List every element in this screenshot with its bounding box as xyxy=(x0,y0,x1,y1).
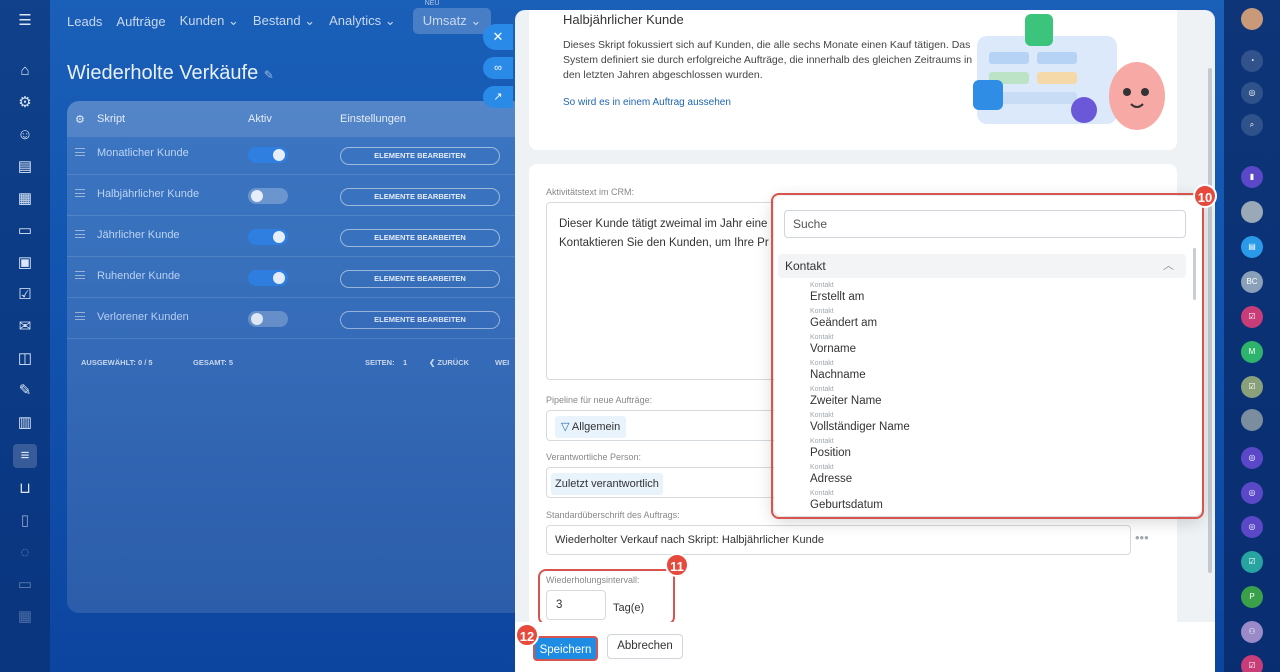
panel-scrollbar[interactable] xyxy=(1208,68,1212,573)
save-button[interactable]: Speichern xyxy=(533,636,598,661)
task-icon[interactable]: ☑ xyxy=(1241,551,1263,573)
user-avatar[interactable] xyxy=(1241,409,1263,431)
cart-icon[interactable]: ⊔ xyxy=(16,480,34,498)
user-avatar[interactable] xyxy=(1241,8,1263,30)
copilot-icon[interactable]: ◎ xyxy=(1241,482,1263,504)
nav-stock[interactable]: Bestand ⌄ xyxy=(246,13,322,29)
group-icon[interactable]: ⚇ xyxy=(1241,621,1263,643)
nav-leads[interactable]: Leads xyxy=(60,14,109,29)
responsible-person-select[interactable]: Zuletzt verantwortlich xyxy=(546,467,786,498)
grid-icon[interactable]: ▦ xyxy=(16,608,34,626)
step-badge-10: 10 xyxy=(1193,184,1217,208)
copilot-icon[interactable]: ◎ xyxy=(1241,516,1263,538)
app-icon[interactable]: ▮ xyxy=(1241,166,1263,188)
edit-elements-button[interactable]: ELEMENTE BEARBEITEN xyxy=(340,188,500,206)
page-title: Wiederholte Verkäufe ✎ xyxy=(67,62,274,84)
copilot-icon[interactable]: ◎ xyxy=(1241,82,1263,104)
active-toggle[interactable] xyxy=(248,147,288,163)
user-avatar[interactable] xyxy=(1241,201,1263,223)
external-link-icon[interactable]: ↗ xyxy=(483,86,513,108)
mascot-illustration xyxy=(973,14,1165,130)
drag-handle-icon[interactable] xyxy=(75,230,85,238)
monitor-icon[interactable]: ▣ xyxy=(16,254,34,272)
active-toggle[interactable] xyxy=(248,188,288,204)
chat-icon[interactable]: ◫ xyxy=(16,350,34,368)
car-icon[interactable]: ▭ xyxy=(16,222,34,240)
crm-text-area[interactable]: Dieser Kunde tätigt zweimal im Jahr eine… xyxy=(546,202,786,380)
drag-handle-icon[interactable] xyxy=(75,148,85,156)
menu-icon[interactable]: ☰ xyxy=(16,12,34,30)
table-row: Halbjährlicher Kunde ELEMENTE BEARBEITEN xyxy=(67,175,537,216)
copilot-icon[interactable]: ◎ xyxy=(1241,447,1263,469)
chat-icon[interactable]: ▤ xyxy=(1241,236,1263,258)
nav-analytics[interactable]: Analytics ⌄ xyxy=(322,13,403,29)
task-icon[interactable]: ☑ xyxy=(1241,376,1263,398)
table-row: Monatlicher Kunde ELEMENTE BEARBEITEN xyxy=(67,134,537,175)
scripts-table: ⚙ Skript Aktiv Einstellungen Monatlicher… xyxy=(67,101,537,613)
drag-handle-icon[interactable] xyxy=(75,271,85,279)
filter-icon[interactable]: ≡ xyxy=(13,444,37,468)
edit-elements-button[interactable]: ELEMENTE BEARBEITEN xyxy=(340,270,500,288)
contacts-icon[interactable]: ☺ xyxy=(16,126,34,144)
box-icon[interactable]: ▭ xyxy=(16,576,34,594)
preview-link[interactable]: So wird es in einem Auftrag aussehen xyxy=(563,97,731,108)
close-icon[interactable]: ✕ xyxy=(483,24,513,50)
calendar-icon[interactable]: ▦ xyxy=(16,190,34,208)
avatar[interactable]: M xyxy=(1241,341,1263,363)
nav-orders[interactable]: Aufträge xyxy=(109,14,172,29)
highlight-frame-11 xyxy=(538,569,675,625)
link-icon[interactable]: ∞ xyxy=(483,57,513,79)
pipeline-chip[interactable]: ▽ Allgemein xyxy=(555,416,627,438)
globe-icon[interactable]: ◌ xyxy=(16,544,34,562)
drag-handle-icon[interactable] xyxy=(75,312,85,320)
active-toggle[interactable] xyxy=(248,229,288,245)
table-header: ⚙ Skript Aktiv Einstellungen xyxy=(67,101,537,137)
more-icon[interactable]: ••• xyxy=(1135,530,1149,545)
edit-elements-button[interactable]: ELEMENTE BEARBEITEN xyxy=(340,147,500,165)
mail-icon[interactable]: ✉ xyxy=(16,318,34,336)
bell-icon[interactable]: ◔ xyxy=(1241,50,1263,72)
highlight-frame-10 xyxy=(771,193,1204,519)
edit-elements-button[interactable]: ELEMENTE BEARBEITEN xyxy=(340,311,500,329)
table-row: Verlorener Kunden ELEMENTE BEARBEITEN xyxy=(67,298,537,339)
drag-handle-icon[interactable] xyxy=(75,189,85,197)
check-icon[interactable]: ☑ xyxy=(16,286,34,304)
home-icon[interactable]: ⌂ xyxy=(16,62,34,80)
cancel-button[interactable]: Abbrechen xyxy=(607,634,683,659)
step-badge-12: 12 xyxy=(515,623,539,647)
right-sidebar: ◔ ◎ ⌕ ▮ ▤ BC ☑ M ☑ ◎ ◎ ◎ ☑ P ⚇ ☑ xyxy=(1224,0,1280,672)
nav-sales-active[interactable]: NEU Umsatz ⌄ xyxy=(412,0,492,34)
active-toggle[interactable] xyxy=(248,311,288,327)
active-toggle[interactable] xyxy=(248,270,288,286)
filter-icon: ▽ xyxy=(561,421,570,433)
settings-icon[interactable]: ⚙ xyxy=(16,94,34,112)
nav-customers[interactable]: Kunden ⌄ xyxy=(173,13,246,29)
script-name-link[interactable]: Halbjährlicher Kunde xyxy=(97,188,199,200)
script-info-card: Halbjährlicher Kunde Dieses Skript fokus… xyxy=(529,10,1177,150)
pen-icon[interactable]: ✎ xyxy=(16,382,34,400)
task-icon[interactable]: ☑ xyxy=(1241,306,1263,328)
script-title: Halbjährlicher Kunde xyxy=(563,12,684,27)
table-row: Jährlicher Kunde ELEMENTE BEARBEITEN xyxy=(67,216,537,257)
pin-icon: ✎ xyxy=(263,68,274,82)
building-icon[interactable]: ▥ xyxy=(16,414,34,432)
script-name-link[interactable]: Monatlicher Kunde xyxy=(97,147,189,159)
script-name-link[interactable]: Ruhender Kunde xyxy=(97,270,180,282)
avatar[interactable]: P xyxy=(1241,586,1263,608)
document-icon[interactable]: ▤ xyxy=(16,158,34,176)
script-name-link[interactable]: Jährlicher Kunde xyxy=(97,229,180,241)
avatar[interactable]: BC xyxy=(1241,271,1263,293)
gear-icon[interactable]: ⚙ xyxy=(75,113,85,126)
table-row: Ruhender Kunde ELEMENTE BEARBEITEN xyxy=(67,257,537,298)
step-badge-11: 11 xyxy=(665,553,689,577)
default-heading-input[interactable]: Wiederholter Verkauf nach Skript: Halbjä… xyxy=(546,525,1131,555)
script-description: Dieses Skript fokussiert sich auf Kunden… xyxy=(563,39,973,81)
script-name-link[interactable]: Verlorener Kunden xyxy=(97,311,189,323)
pipeline-select[interactable]: ▽ Allgemein xyxy=(546,410,786,441)
search-icon[interactable]: ⌕ xyxy=(1241,114,1263,136)
edit-elements-button[interactable]: ELEMENTE BEARBEITEN xyxy=(340,229,500,247)
file-icon[interactable]: ▯ xyxy=(16,512,34,530)
left-sidebar: ☰ ⌂ ⚙ ☺ ▤ ▦ ▭ ▣ ☑ ✉ ◫ ✎ ▥ ≡ ⊔ ▯ ◌ ▭ ▦ xyxy=(0,0,50,672)
task-icon[interactable]: ☑ xyxy=(1241,655,1263,672)
